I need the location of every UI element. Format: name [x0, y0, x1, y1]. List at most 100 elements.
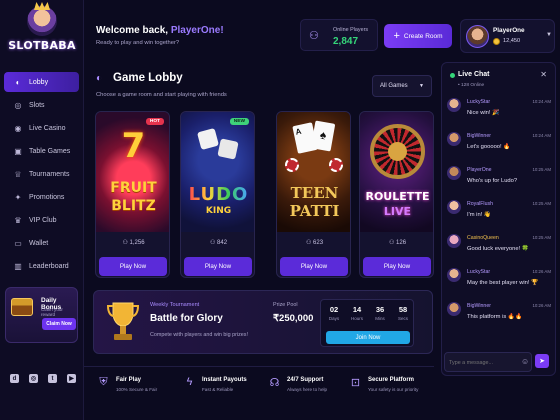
game-title-line2: LIVE [383, 205, 412, 218]
emoji-icon[interactable]: ☺ [521, 357, 529, 366]
player-count: ⚇ 1,256 [96, 239, 169, 246]
game-title-line2: PATTI [289, 202, 340, 220]
tournament-banner: Weekly Tournament Battle for Glory Compe… [93, 290, 433, 354]
logo-text: SLOTBABA [8, 39, 76, 52]
discord-icon[interactable]: d [10, 374, 19, 383]
chat-message-input[interactable] [449, 356, 517, 369]
welcome-username: PlayerOne! [170, 25, 224, 36]
headset-icon: ☊ [269, 377, 280, 389]
instagram-icon[interactable]: ◎ [29, 374, 38, 383]
wallet-icon: ▭ [14, 238, 22, 248]
play-now-button[interactable]: Play Now [363, 257, 431, 276]
chat-username: PlayerOne [467, 167, 492, 173]
lock-icon: ⊡ [350, 377, 361, 389]
shield-icon: ⛨ [99, 376, 108, 388]
player-count-value: 623 [313, 240, 324, 246]
feature-subtitle: Your safety is our priority [368, 387, 419, 392]
game-card-teen-patti[interactable]: A ♠ TEEN PATTI ⚇ 623 Play Now [276, 111, 351, 278]
logo-mascot-icon [27, 6, 57, 36]
seven-icon: 7 [121, 126, 146, 166]
users-icon: ⚇ [309, 30, 319, 42]
sidebar-item-wallet[interactable]: ▭ Wallet [4, 233, 79, 253]
roulette-live-artwork: ROULETTE LIVE [360, 112, 433, 232]
game-title-line2: BLITZ [111, 198, 156, 214]
sidebar-item-slots[interactable]: ◎ Slots [4, 95, 79, 115]
claim-now-button[interactable]: Claim Now [42, 318, 76, 330]
sidebar-item-vip-club[interactable]: ♛ VIP Club [4, 210, 79, 230]
feature-subtitle: Always here to help [287, 387, 328, 392]
player-count-value: 126 [396, 240, 407, 246]
sidebar: SLOTBABA ◐ Lobby ◎ Slots ◉ Live Casino ▣ Tab… [0, 0, 84, 420]
avatar [447, 200, 461, 214]
timer-days: 02 Days [328, 305, 340, 321]
twitter-icon[interactable]: t [48, 374, 57, 383]
feature-title: Fair Play [116, 377, 142, 383]
avatar [447, 166, 461, 180]
hot-badge: HOT [145, 118, 164, 125]
sidebar-item-label: Lobby [29, 78, 49, 86]
sidebar-item-lobby[interactable]: ◐ Lobby [4, 72, 79, 92]
avatar [447, 268, 461, 282]
create-room-button[interactable]: + Create Room [384, 24, 452, 48]
game-card-fruit-blitz[interactable]: 7 FRUIT BLITZ HOT ⚇ 1,256 Play Now [95, 111, 170, 278]
game-card-roulette-live[interactable]: ROULETTE LIVE ⚇ 126 Play Now [359, 111, 434, 278]
chat-text: May the best player win! 🏆 [467, 280, 539, 286]
logo[interactable]: SLOTBABA [0, 6, 84, 66]
live-chat-panel: Live Chat • 128 Online ✕ LuckyStar 10:24 … [441, 62, 556, 376]
sidebar-item-tournaments[interactable]: ♕ Tournaments [4, 164, 79, 184]
chat-username: RoyalFlush [467, 201, 493, 207]
chat-input-box: ☺ [444, 352, 532, 372]
trophy-icon: ♕ [14, 169, 22, 179]
online-dot-icon [450, 73, 455, 78]
users-icon: ⚇ [305, 240, 314, 246]
sidebar-item-label: Table Games [29, 147, 71, 155]
games-filter-select[interactable]: All Games ▼ [372, 75, 432, 97]
player-count-value: 1,256 [129, 240, 145, 246]
join-now-button[interactable]: Join Now [326, 331, 410, 344]
spade-card-icon: ♠ [310, 120, 336, 152]
new-badge: NEW [229, 118, 249, 125]
feature-title: Instant Payouts [202, 377, 247, 383]
send-icon: ➤ [539, 358, 545, 365]
profile-coins: 12,450 [503, 38, 521, 44]
game-title-line2: KING [205, 206, 232, 216]
feature-subtitle: 100% Secure & Fair [116, 387, 158, 392]
player-count: ⚇ 623 [277, 239, 350, 246]
close-icon[interactable]: ✕ [540, 70, 547, 79]
treasure-chest-icon [11, 298, 33, 316]
player-count-value: 842 [217, 240, 228, 246]
play-now-button[interactable]: Play Now [99, 257, 167, 276]
game-title-line1: TEEN [290, 184, 339, 202]
game-card-ludo-king[interactable]: LUDO KING NEW ⚇ 842 Play Now [180, 111, 255, 278]
sidebar-item-table-games[interactable]: ▣ Table Games [4, 141, 79, 161]
live-icon: ◉ [14, 123, 22, 133]
sidebar-item-promotions[interactable]: ✦ Promotions [4, 187, 79, 207]
play-now-button[interactable]: Play Now [184, 257, 252, 276]
send-button[interactable]: ➤ [535, 354, 549, 368]
chat-message: BigWinner 10:26 AM This platform is 🔥🔥 [447, 301, 552, 331]
chat-text: Let's gooooo! 🔥 [467, 144, 511, 150]
profile-menu[interactable]: PlayerOne 12,450 ▼ [460, 19, 555, 53]
chat-online-count: • 128 Online [458, 83, 485, 88]
sidebar-item-leaderboard[interactable]: ▥ Leaderboard [4, 256, 79, 276]
game-title-line1: FRUIT [110, 180, 157, 196]
timer-hours: 14 Hours [350, 305, 363, 321]
prize-pool-label: Prize Pool [273, 302, 298, 308]
chat-timestamp: 10:26 AM [532, 269, 551, 274]
trophy-icon [106, 302, 140, 340]
users-icon: ⚇ [388, 240, 397, 246]
coin-icon [493, 38, 500, 45]
game-title-line1: ROULETTE [365, 190, 430, 203]
prize-pool-value: ₹250,000 [273, 313, 314, 324]
sidebar-item-label: Tournaments [29, 170, 70, 178]
youtube-icon[interactable]: ▶ [67, 374, 76, 383]
chat-text: Who's up for Ludo? [467, 178, 518, 184]
chat-username: LuckyStar [467, 269, 491, 275]
poker-chip-icon [285, 158, 299, 172]
sidebar-nav: ◐ Lobby ◎ Slots ◉ Live Casino ▣ Table Games … [4, 72, 79, 279]
timer-mins: 36 Mins [375, 305, 385, 321]
game-title-line1: LUDO [188, 184, 249, 205]
sidebar-item-live-casino[interactable]: ◉ Live Casino [4, 118, 79, 138]
sidebar-item-label: Live Casino [29, 124, 66, 132]
play-now-button[interactable]: Play Now [280, 257, 348, 276]
